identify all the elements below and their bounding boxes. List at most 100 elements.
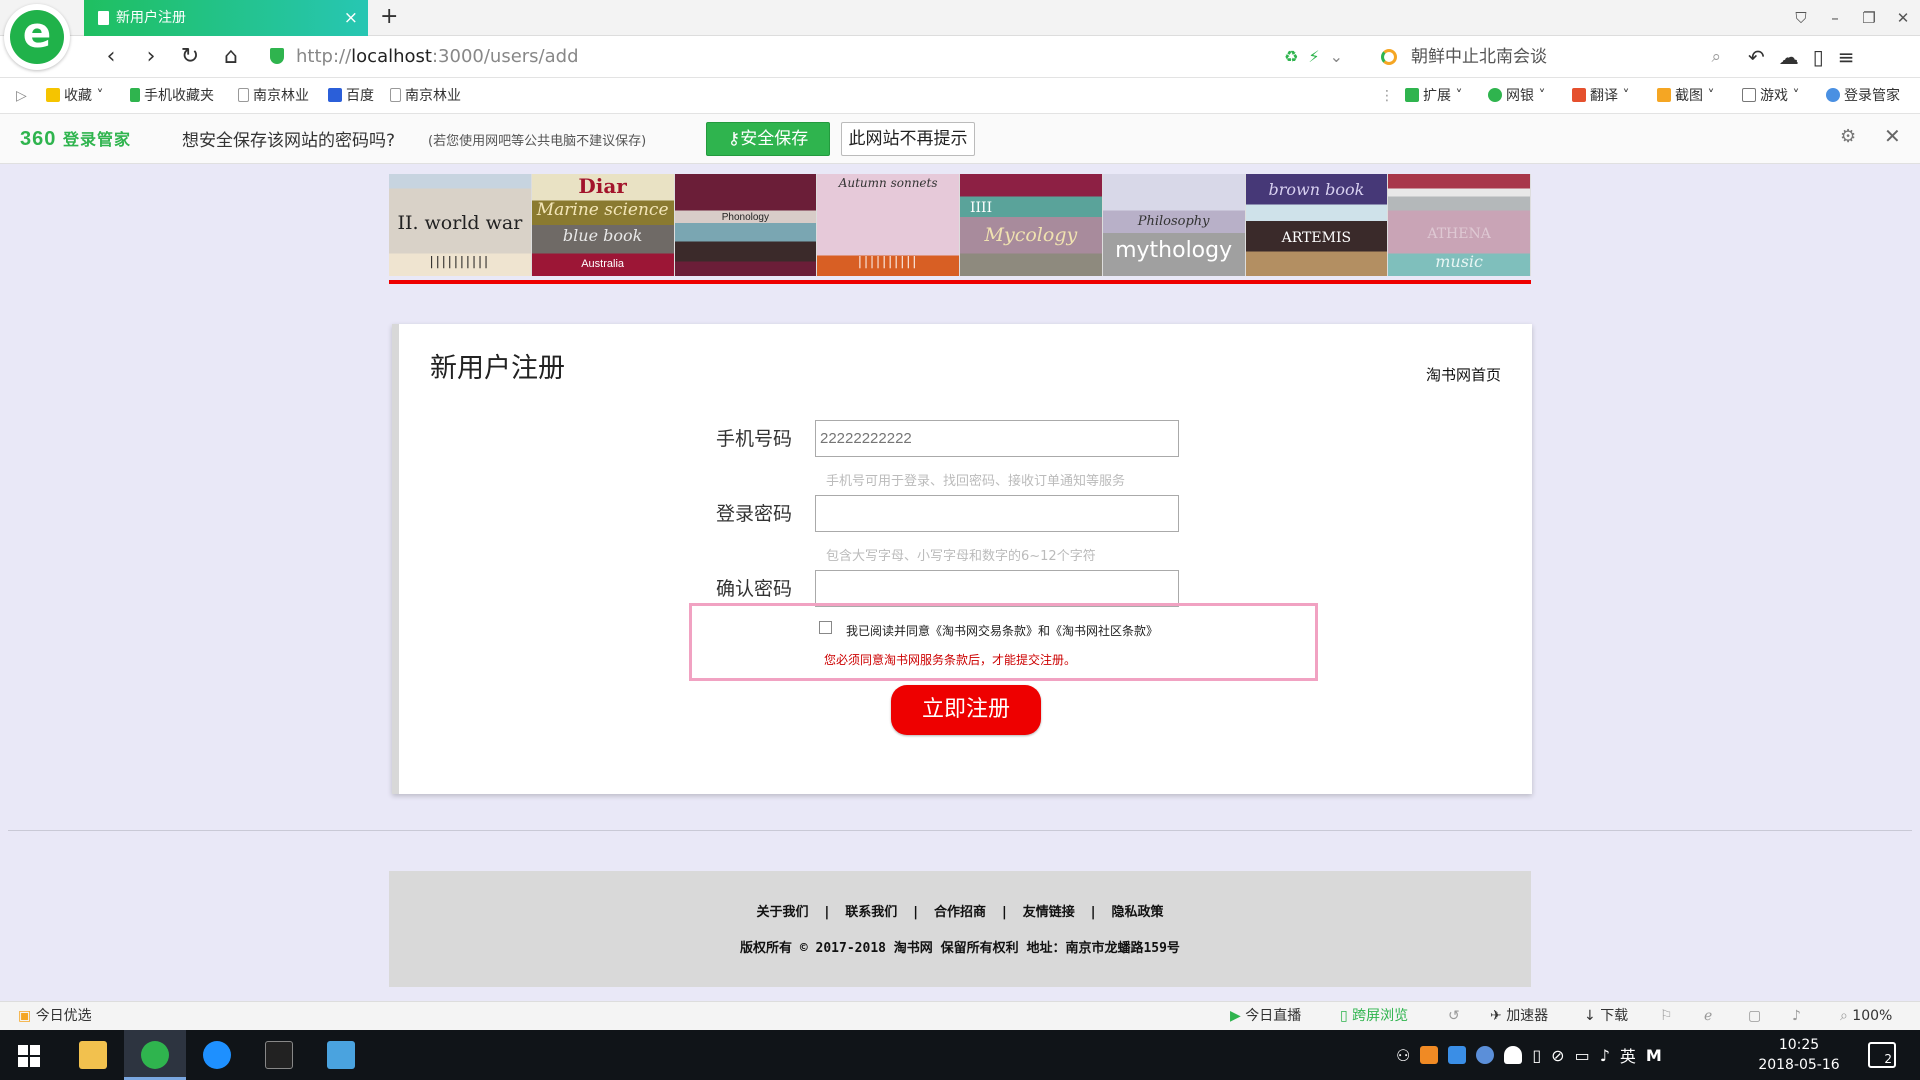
tray-app-icon[interactable] [1476, 1046, 1495, 1064]
cloud-icon[interactable]: ☁ [1779, 42, 1799, 72]
book-spine-3: Phonology [674, 174, 818, 276]
clock-time: 10:25 [1778, 1037, 1820, 1053]
footer-link-business[interactable]: 合作招商 [934, 905, 986, 920]
tray-app-icon[interactable] [1420, 1046, 1439, 1064]
tray-app-icon[interactable] [1448, 1046, 1467, 1064]
forward-button[interactable]: › [136, 42, 166, 72]
lightning-icon[interactable]: ⚡ [1308, 42, 1319, 72]
back-button[interactable]: ‹ [96, 42, 126, 72]
minimize-button[interactable]: – [1818, 0, 1852, 36]
ext-extensions[interactable]: 扩展 ˅ [1405, 78, 1462, 114]
footer-link-about[interactable]: 关于我们 [756, 905, 808, 920]
taskbar-remote-desktop[interactable] [310, 1030, 372, 1080]
book-spine-2: Diar Marine science blue book Australia [531, 174, 675, 276]
footer-link-friends[interactable]: 友情链接 [1023, 905, 1075, 920]
home-button[interactable]: ⌂ [216, 42, 246, 72]
restore-icon[interactable]: ↺ [1448, 1002, 1460, 1030]
terms-checkbox[interactable] [819, 621, 832, 634]
skin-icon[interactable]: ⛉ [1784, 0, 1818, 36]
search-input[interactable]: 朝鲜中止北南会谈 ⌕ [1375, 41, 1725, 73]
page-icon [238, 88, 249, 102]
fav-mobile[interactable]: 手机收藏夹 [130, 78, 214, 114]
volume-icon[interactable]: ♪ [1600, 1046, 1610, 1065]
phone-input[interactable] [815, 420, 1179, 457]
reload-button[interactable]: ↻ [175, 42, 205, 72]
ie-icon[interactable]: ℯ [1704, 1002, 1712, 1030]
password-input[interactable] [815, 495, 1179, 532]
clock[interactable]: 10:25 2018-05-16 [1754, 1035, 1844, 1075]
ext-games[interactable]: 游戏 ˅ [1742, 78, 1799, 114]
safe-save-button[interactable]: ⚷安全保存 [706, 122, 830, 156]
recycle-icon[interactable]: ♻ [1284, 42, 1298, 72]
window-icon[interactable]: ▢ [1748, 1002, 1761, 1030]
home-link[interactable]: 淘书网首页 [1426, 364, 1501, 385]
browser-logo[interactable]: e [4, 4, 70, 70]
start-button[interactable] [18, 1045, 40, 1067]
terminal-icon [265, 1041, 293, 1069]
notification-center[interactable]: 2 [1868, 1042, 1896, 1068]
menu-icon[interactable]: ≡ [1838, 42, 1855, 72]
ime-mode-icon[interactable]: M [1646, 1046, 1662, 1065]
close-window-button[interactable]: ✕ [1886, 0, 1920, 36]
dropdown-icon[interactable]: ⌄ [1330, 42, 1343, 72]
flag-icon[interactable]: ⚐ [1660, 1002, 1673, 1030]
fav-baidu[interactable]: 百度 [328, 78, 374, 114]
expand-icon[interactable]: ▷ [16, 78, 27, 114]
ext-translate[interactable]: 翻译 ˅ [1572, 78, 1629, 114]
people-icon[interactable]: ⚇ [1396, 1046, 1410, 1065]
download-icon: ↓ [1584, 1008, 1596, 1024]
taskbar-terminal[interactable] [248, 1030, 310, 1080]
gear-icon[interactable]: ⚙ [1840, 126, 1856, 147]
zoom-button[interactable]: ⌕ 100% [1840, 1002, 1892, 1030]
ext-login-manager[interactable]: 登录管家 [1826, 78, 1900, 114]
monitor-icon[interactable]: ▭ [1575, 1046, 1590, 1065]
terms-error: 您必须同意淘书网服务条款后，才能提交注册。 [824, 653, 1077, 667]
tab-register[interactable]: 新用户注册 × [84, 0, 368, 36]
system-tray: ⚇ ▯ ⊘ ▭ ♪ 英 M [1396, 1030, 1662, 1080]
mobile-icon[interactable]: ▯ [1813, 42, 1824, 72]
tab-title: 新用户注册 [116, 10, 186, 26]
usb-icon[interactable]: ▯ [1532, 1046, 1541, 1065]
fav-njfu-1[interactable]: 南京林业 [238, 78, 309, 114]
network-off-icon[interactable]: ⊘ [1551, 1046, 1564, 1065]
daily-picks[interactable]: ▣ 今日优选 [18, 1002, 92, 1030]
address-toolbar: ‹ › ↻ ⌂ http://localhost:3000/users/add … [0, 36, 1920, 78]
confirm-password-input[interactable] [815, 570, 1179, 607]
favorites-menu[interactable]: 收藏 ˅ [46, 78, 103, 114]
url-input[interactable]: http://localhost:3000/users/add [264, 41, 1374, 73]
ext-bank[interactable]: 网银 ˅ [1488, 78, 1545, 114]
live-button[interactable]: ▶ 今日直播 [1230, 1002, 1301, 1030]
new-tab-button[interactable]: + [380, 0, 398, 34]
ext-screenshot[interactable]: 截图 ˅ [1657, 78, 1714, 114]
close-icon[interactable]: ✕ [1884, 124, 1901, 148]
terms-text[interactable]: 我已阅读并同意《淘书网交易条款》和《淘书网社区条款》 [846, 622, 1158, 639]
url-host: localhost [351, 46, 432, 67]
fav-njfu-2[interactable]: 南京林业 [390, 78, 461, 114]
more-icon[interactable]: ⋮ [1380, 78, 1394, 114]
shield-icon[interactable] [1504, 1046, 1523, 1064]
game-icon [1742, 88, 1756, 102]
tab-close-icon[interactable]: × [344, 0, 358, 36]
taskbar-360-browser[interactable] [124, 1030, 186, 1080]
footer-links: 关于我们 | 联系我们 | 合作招商 | 友情链接 | 隐私政策 [756, 905, 1164, 920]
scissors-icon [1657, 88, 1671, 102]
accelerator-button[interactable]: ✈ 加速器 [1490, 1002, 1548, 1030]
never-prompt-button[interactable]: 此网站不再提示 [841, 122, 975, 156]
download-button[interactable]: ↓ 下载 [1584, 1002, 1628, 1030]
volume-icon[interactable]: ♪ [1792, 1002, 1801, 1030]
undo-icon[interactable]: ↶ [1748, 42, 1765, 72]
gift-icon: ▣ [18, 1008, 32, 1024]
taskbar-app-blue[interactable] [186, 1030, 248, 1080]
taskbar-file-explorer[interactable] [62, 1030, 124, 1080]
footer-link-privacy[interactable]: 隐私政策 [1112, 905, 1164, 920]
ime-indicator[interactable]: 英 [1620, 1043, 1636, 1067]
register-button[interactable]: 立即注册 [891, 685, 1041, 735]
search-icon[interactable]: ⌕ [1711, 41, 1721, 73]
cross-screen-button[interactable]: ▯ 跨屏浏览 [1340, 1002, 1408, 1030]
book-spine-8: ATHENA music [1388, 174, 1531, 276]
restore-button[interactable]: ❐ [1852, 0, 1886, 36]
footer-link-contact[interactable]: 联系我们 [845, 905, 897, 920]
play-icon: ▶ [1230, 1008, 1241, 1024]
phone-icon [130, 88, 140, 102]
toolbar-right: ↶ ☁ ▯ ≡ [1748, 42, 1855, 72]
